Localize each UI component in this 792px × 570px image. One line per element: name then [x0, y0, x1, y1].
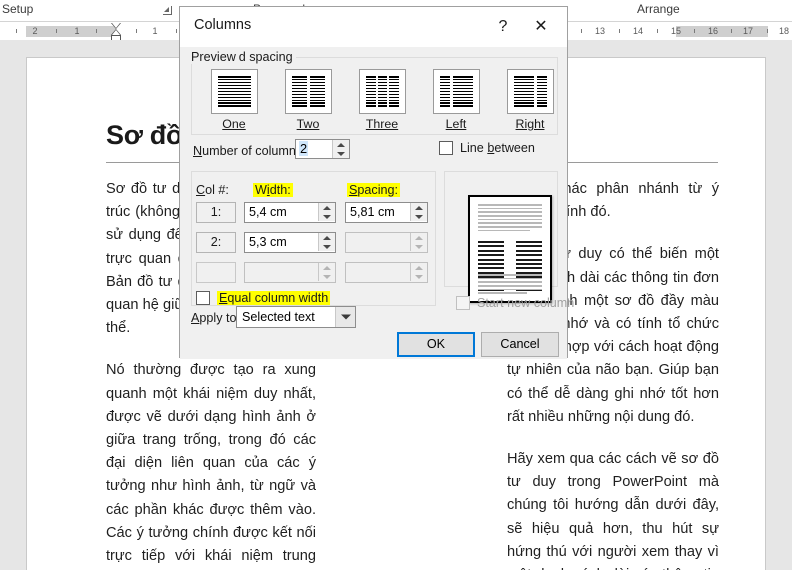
paragraph: Nó thường được tạo ra xung quanh một khá… — [106, 359, 316, 570]
preset-right-label: Right — [490, 117, 570, 131]
preset-three-button[interactable] — [359, 69, 406, 114]
ribbon-group-label-arrange: Arrange — [637, 2, 680, 16]
col3-spacing-input — [345, 262, 428, 283]
line-between-checkbox[interactable]: Line between — [439, 141, 535, 155]
spacing-header: Spacing: — [347, 183, 400, 197]
ruler-indent-marker[interactable] — [111, 23, 122, 40]
preset-one-label: One — [194, 117, 274, 131]
stepper-down-icon[interactable] — [319, 242, 335, 251]
col1-spacing-input[interactable]: 5,81 cm — [345, 202, 428, 223]
col3-spacing-stepper — [410, 263, 427, 281]
stepper-up-icon[interactable] — [319, 203, 335, 212]
apply-to-label: Apply to: — [191, 311, 240, 325]
checkbox-box-icon — [439, 141, 453, 155]
setup-dialog-launcher-icon[interactable] — [163, 6, 172, 15]
apply-to-select[interactable]: Selected text — [236, 306, 356, 328]
col1-width-stepper[interactable] — [318, 203, 335, 221]
col2-spacing-stepper — [410, 233, 427, 251]
close-icon[interactable]: ✕ — [521, 15, 561, 39]
stepper-down-icon[interactable] — [319, 212, 335, 221]
col3-width-stepper — [318, 263, 335, 281]
col-number-header: Col #: — [196, 183, 229, 197]
preset-left-label: Left — [416, 117, 496, 131]
col-number-3 — [196, 262, 236, 283]
stepper-down-icon[interactable] — [333, 149, 349, 158]
ruler-tick-15: 15 — [671, 25, 681, 37]
col-number-2: 2: — [196, 232, 236, 253]
dialog-body: Presets One Two — [180, 47, 567, 359]
col1-spacing-stepper[interactable] — [410, 203, 427, 221]
preview-page — [468, 195, 552, 303]
start-new-column-label: Start new column — [477, 296, 574, 310]
app-root: Setup Paragraph Arrange 2 1 1 13 14 15 1… — [0, 0, 792, 570]
col2-width-value: 5,3 cm — [249, 235, 287, 249]
stepper-up-icon — [411, 233, 427, 242]
stepper-down-icon — [411, 242, 427, 251]
ruler-tick-18: 18 — [779, 25, 789, 37]
ruler-tick-1L: 1 — [74, 25, 79, 37]
col2-width-input[interactable]: 5,3 cm — [244, 232, 336, 253]
number-of-columns-label: Number of columns: — [193, 144, 306, 158]
preview-bottom-lines — [478, 274, 542, 296]
line-between-label: Line between — [460, 141, 535, 155]
stepper-up-icon[interactable] — [411, 203, 427, 212]
stepper-up-icon[interactable] — [333, 140, 349, 149]
apply-to-value: Selected text — [242, 310, 315, 324]
col2-width-stepper[interactable] — [318, 233, 335, 251]
page-title: Sơ đồ — [106, 120, 182, 151]
paragraph: Hãy xem qua các cách vẽ sơ đồ tư duy tro… — [507, 448, 719, 570]
cancel-button[interactable]: Cancel — [481, 332, 559, 357]
preview-top-lines — [478, 204, 542, 234]
stepper-up-icon — [411, 263, 427, 272]
col2-spacing-input — [345, 232, 428, 253]
ribbon-group-label-setup: Setup — [2, 2, 33, 16]
start-new-column-checkbox: Start new column — [456, 296, 574, 310]
preset-one-button[interactable] — [211, 69, 258, 114]
preset-two-label: Two — [268, 117, 348, 131]
ruler-tick-14: 14 — [633, 25, 643, 37]
preset-two-button[interactable] — [285, 69, 332, 114]
chevron-down-icon[interactable] — [335, 307, 355, 327]
number-of-columns-value: 2 — [299, 141, 308, 156]
width-header: Width: — [253, 183, 293, 197]
ruler-tick-17: 17 — [743, 25, 753, 37]
stepper-down-icon[interactable] — [411, 212, 427, 221]
ruler-tick-13: 13 — [595, 25, 605, 37]
ruler-tick-1R: 1 — [152, 25, 157, 37]
equal-column-width-label: Equal column width — [217, 291, 330, 305]
preset-three-label: Three — [342, 117, 422, 131]
dialog-title-bar[interactable]: Columns ? ✕ — [180, 7, 567, 47]
ruler-tick-2L: 2 — [32, 25, 37, 37]
col-number-1: 1: — [196, 202, 236, 223]
col1-width-input[interactable]: 5,4 cm — [244, 202, 336, 223]
checkbox-box-icon — [196, 291, 210, 305]
preset-right-button[interactable] — [507, 69, 554, 114]
col1-spacing-value: 5,81 cm — [350, 205, 395, 219]
equal-column-width-checkbox[interactable]: Equal column width — [196, 291, 330, 305]
stepper-down-icon — [411, 272, 427, 281]
stepper-up-icon — [319, 263, 335, 272]
checkbox-box-icon — [456, 296, 470, 310]
number-of-columns-input[interactable]: 2 — [295, 139, 350, 159]
stepper-up-icon[interactable] — [319, 233, 335, 242]
col1-width-value: 5,4 cm — [249, 205, 287, 219]
col3-width-input — [244, 262, 336, 283]
number-of-columns-stepper[interactable] — [332, 140, 349, 158]
dialog-title: Columns — [194, 17, 251, 33]
ruler-tick-16: 16 — [708, 25, 718, 37]
columns-dialog: Columns ? ✕ Presets One — [179, 6, 568, 358]
stepper-down-icon — [319, 272, 335, 281]
ok-button[interactable]: OK — [397, 332, 475, 357]
preview-group-label: Preview — [188, 50, 239, 64]
help-icon[interactable]: ? — [491, 16, 515, 38]
preset-left-button[interactable] — [433, 69, 480, 114]
